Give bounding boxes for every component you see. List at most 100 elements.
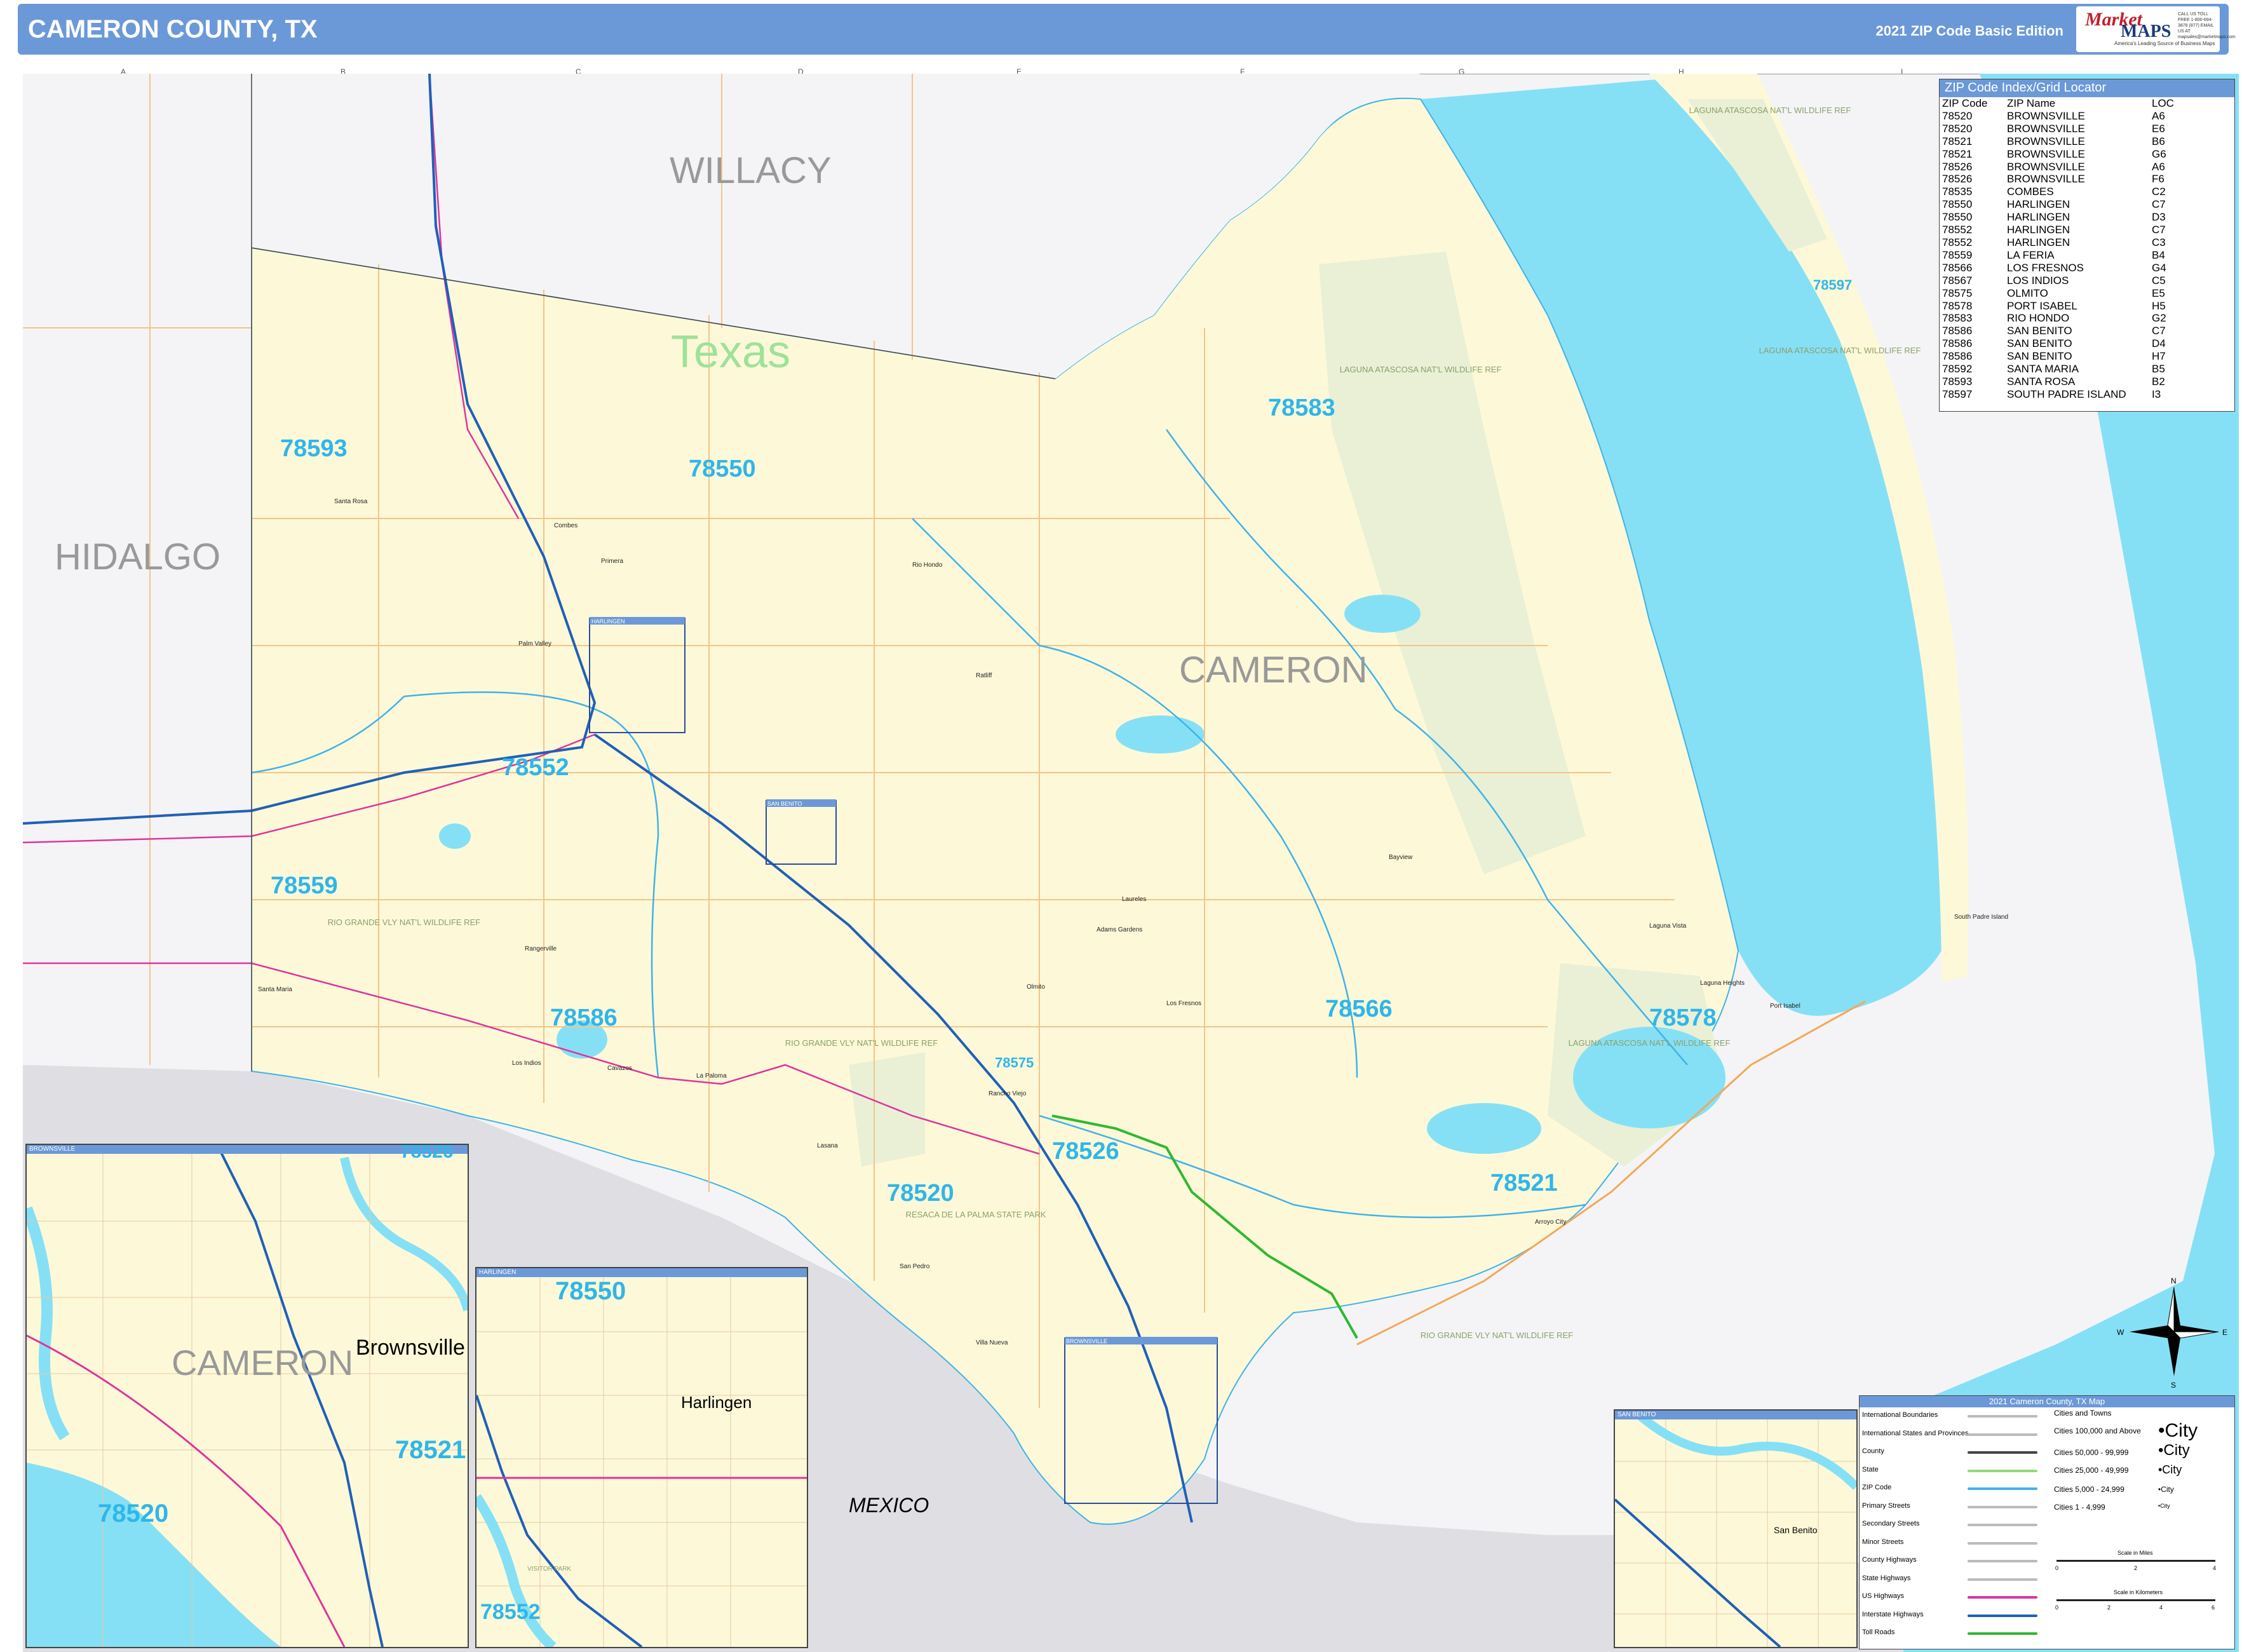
header-bar: CAMERON COUNTY, TX 2021 ZIP Code Basic E… (18, 4, 2236, 55)
zip-loc-cell: G4 (2152, 261, 2166, 274)
lake (1116, 715, 1205, 754)
inset-harlingen-zip-78550: 78550 (555, 1277, 626, 1305)
legend-scale-km-0: 0 (2055, 1604, 2059, 1611)
zip-index-col-name: ZIP Name (2007, 97, 2056, 109)
legend-city-sample-1: •City (2158, 1420, 2198, 1441)
inset-brownsville-zip-78521: 78521 (395, 1436, 466, 1464)
texas-state-label: Texas (671, 327, 790, 377)
legend-item: International States and Provinces (1862, 1429, 1969, 1437)
map-legend: 2021 Cameron County, TX Map Internationa… (1859, 1395, 2235, 1649)
legend-item: Primary Streets (1862, 1501, 1910, 1510)
inset-brownsville[interactable]: BROWNSVILLE CAMERON Brownsville 78526 78… (25, 1144, 469, 1648)
zip-index-row: 78535 COMBES C2 (1942, 186, 2178, 198)
zip-code-cell: 78567 (1942, 274, 1973, 287)
legend-swatch (1968, 1632, 2037, 1635)
zip-index-row: 78550 HARLINGEN D3 (1942, 211, 2178, 224)
legend-cities-5k: Cities 5,000 - 24,999 (2054, 1485, 2124, 1494)
zip-name-cell: PORT ISABEL (2007, 299, 2077, 312)
zip-code-cell: 78559 (1942, 248, 1973, 261)
zip-name-cell: BROWNSVILLE (2007, 109, 2085, 122)
legend-title: 2021 Cameron County, TX Map (1860, 1396, 2234, 1407)
compass-w: W (2117, 1328, 2124, 1337)
zip-loc-cell: C7 (2152, 198, 2166, 211)
harlingen-box-label: HARLINGEN (591, 618, 625, 625)
san-benito-box-label: SAN BENITO (767, 801, 802, 807)
park-label-rio-grande-2: RIO GRANDE VLY NAT'L WILDLIFE REF (785, 1038, 938, 1048)
inset-harlingen[interactable]: HARLINGEN 78550 Harlingen 78552 VISITOR … (475, 1267, 808, 1648)
zip-code-cell: 78550 (1942, 211, 1973, 224)
zip-index-row: 78526 BROWNSVILLE F6 (1942, 173, 2178, 186)
legend-cities-100k: Cities 100,000 and Above (2054, 1426, 2141, 1435)
legend-scale-mi-0: 0 (2055, 1565, 2059, 1571)
place-ratliff: Ratliff (976, 672, 992, 679)
place-bayview: Bayview (1389, 854, 1413, 861)
zip-label-78520: 78520 (887, 1180, 954, 1207)
zip-loc-cell: B4 (2152, 248, 2165, 261)
legend-item: County (1862, 1447, 1884, 1455)
legend-item: County Highways (1862, 1556, 1917, 1564)
zip-name-cell: SAN BENITO (2007, 337, 2072, 350)
legend-swatch (1968, 1560, 2037, 1562)
place-primera: Primera (601, 558, 623, 565)
zip-label-78521: 78521 (1490, 1170, 1558, 1196)
zip-index-row: 78593 SANTA ROSA B2 (1942, 376, 2178, 388)
legend-cities-50k: Cities 50,000 - 99,999 (2054, 1448, 2129, 1457)
zip-name-cell: LOS INDIOS (2007, 274, 2069, 287)
zip-code-cell: 78535 (1942, 186, 1973, 198)
legend-scale-km-label: Scale in Kilometers (2114, 1589, 2163, 1595)
legend-scale-km-4: 4 (2159, 1604, 2163, 1611)
zip-index-row: 78559 LA FERIA B4 (1942, 249, 2178, 262)
zip-code-cell: 78566 (1942, 261, 1973, 274)
legend-city-sample-2: •City (2158, 1442, 2190, 1459)
zip-loc-cell: E5 (2152, 287, 2165, 299)
legend-city-sample-5: •City (2158, 1503, 2170, 1509)
legend-swatch (1968, 1487, 2037, 1490)
zip-code-cell: 78578 (1942, 299, 1973, 312)
inset-brownsville-map (27, 1145, 468, 1647)
legend-swatch (1968, 1505, 2037, 1508)
legend-item: ZIP Code (1862, 1484, 1892, 1491)
zip-index-row: 78583 RIO HONDO G2 (1942, 312, 2178, 325)
place-cavazos: Cavazos (607, 1065, 632, 1072)
zip-loc-cell: D3 (2152, 211, 2166, 224)
inset-brownsville-city: Brownsville (356, 1336, 465, 1360)
legend-scale-mi-2: 2 (2134, 1565, 2138, 1571)
park-label-laguna-atascosa-2: LAGUNA ATASCOSA NAT'L WILDLIFE REF (1340, 365, 1502, 374)
legend-item: Interstate Highways (1862, 1610, 1924, 1618)
place-laguna-heights: Laguna Heights (1700, 980, 1745, 987)
legend-scale-km-2: 2 (2107, 1604, 2111, 1611)
zip-name-cell: SAN BENITO (2007, 350, 2072, 363)
place-laureles: Laureles (1122, 896, 1146, 903)
legend-item: Toll Roads (1862, 1628, 1895, 1636)
inset-brownsville-county: CAMERON (172, 1343, 354, 1383)
legend-item: International Boundaries (1862, 1411, 1938, 1419)
inset-harlingen-title: HARLINGEN (476, 1268, 807, 1277)
inset-san-benito[interactable]: SAN BENITO San Benito (1614, 1409, 1858, 1648)
place-olmito: Olmito (1027, 984, 1045, 991)
legend-swatch (1968, 1451, 2037, 1454)
zip-index-row: 78552 HARLINGEN C7 (1942, 224, 2178, 236)
mexico-label: MEXICO (849, 1494, 929, 1517)
zip-index-row: 78567 LOS INDIOS C5 (1942, 274, 2178, 287)
legend-scale-miles-label: Scale in Miles (2117, 1550, 2153, 1556)
inset-san-benito-title: SAN BENITO (1615, 1411, 1856, 1419)
zip-name-cell: HARLINGEN (2007, 211, 2070, 224)
zip-name-cell: RIO HONDO (2007, 312, 2070, 325)
zip-name-cell: COMBES (2007, 186, 2054, 198)
zip-loc-cell: C3 (2152, 236, 2166, 248)
zip-loc-cell: F6 (2152, 173, 2164, 186)
zip-index-row: 78552 HARLINGEN C3 (1942, 236, 2178, 249)
place-laguna-vista: Laguna Vista (1649, 923, 1687, 930)
zip-code-cell: 78597 (1942, 388, 1973, 400)
zip-code-cell: 78520 (1942, 109, 1973, 122)
legend-scale-km-6: 6 (2212, 1604, 2215, 1611)
legend-scale-miles-bar (2056, 1560, 2215, 1562)
zip-label-78597: 78597 (1813, 277, 1852, 293)
place-lasana: Lasana (817, 1142, 838, 1149)
place-villa-nueva: Villa Nueva (976, 1339, 1008, 1346)
inset-harlingen-city: Harlingen (681, 1393, 752, 1412)
edition-label: 2021 ZIP Code Basic Edition (1875, 23, 2063, 39)
zip-name-cell: HARLINGEN (2007, 198, 2070, 211)
market-maps-logo[interactable]: Market MAPS America's Leading Source of … (2076, 6, 2236, 52)
park-label-laguna-atascosa-3: LAGUNA ATASCOSA NAT'L WILDLIFE REF (1759, 346, 1921, 355)
